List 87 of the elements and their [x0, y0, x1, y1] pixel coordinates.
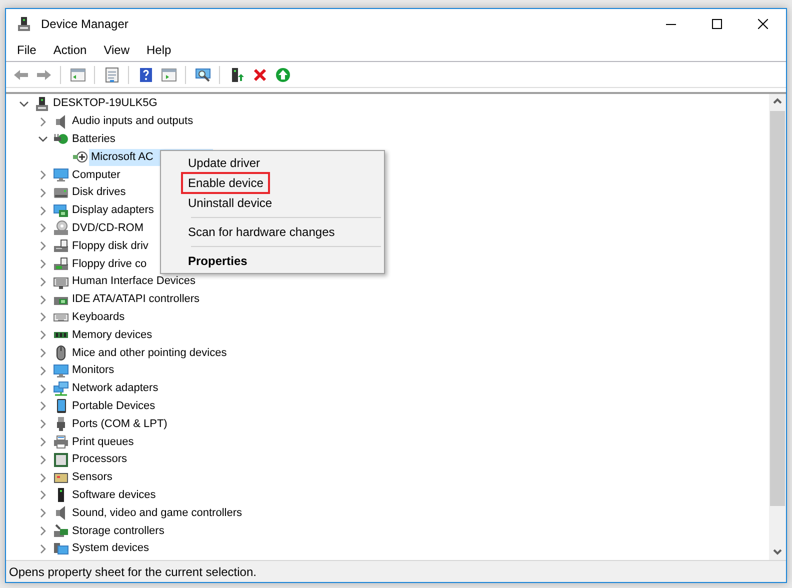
- menu-item[interactable]: Help: [144, 41, 174, 59]
- disc-drive-icon: [53, 220, 69, 236]
- tree-item[interactable]: Disk drives: [70, 184, 128, 202]
- expand-chevron-icon[interactable]: [38, 526, 48, 536]
- tree-item[interactable]: Floppy disk driv: [70, 238, 150, 255]
- expand-chevron-icon[interactable]: [38, 312, 48, 322]
- expand-chevron-icon[interactable]: [38, 170, 48, 180]
- tree-item[interactable]: Human Interface Devices: [70, 273, 198, 290]
- adapter-icon: [72, 149, 88, 166]
- panel-right-icon: [160, 66, 176, 82]
- tree-item[interactable]: Memory devices: [70, 326, 154, 344]
- tree-item[interactable]: Sound, video and game controllers: [70, 504, 244, 522]
- menu-item[interactable]: Action: [51, 41, 89, 59]
- expand-chevron-icon[interactable]: [38, 437, 48, 448]
- panel-icon: [70, 66, 86, 82]
- tree-item[interactable]: DVD/CD-ROM: [70, 220, 146, 237]
- tree-item[interactable]: Keyboards: [70, 308, 127, 326]
- scroll-down-icon[interactable]: [773, 549, 782, 555]
- printer-icon: [53, 434, 69, 450]
- expand-chevron-icon[interactable]: [38, 241, 48, 252]
- delete-icon: [252, 66, 268, 82]
- tree-item[interactable]: Monitors: [70, 362, 116, 380]
- tree-item[interactable]: Mice and other pointing devices: [70, 344, 229, 362]
- tree-item[interactable]: IDE ATA/ATAPI controllers: [70, 291, 202, 308]
- menu-item[interactable]: View: [102, 41, 132, 59]
- expand-chevron-icon[interactable]: [38, 508, 48, 518]
- tree-item[interactable]: Floppy drive co: [70, 256, 149, 273]
- expand-chevron-icon[interactable]: [38, 116, 48, 127]
- tree-item[interactable]: Computer: [70, 166, 122, 184]
- context-menu-item[interactable]: Uninstall device: [161, 193, 384, 213]
- floppy-drive-icon: [53, 238, 69, 254]
- expand-chevron-icon[interactable]: [38, 472, 48, 483]
- storage-icon: [53, 523, 69, 540]
- display-card-icon: [53, 202, 69, 219]
- context-menu-item[interactable]: Properties: [161, 251, 384, 271]
- monitor-icon: [53, 167, 69, 184]
- processor-icon: [53, 452, 69, 468]
- expand-chevron-icon[interactable]: [38, 401, 48, 412]
- expand-chevron-icon[interactable]: [38, 454, 48, 465]
- floppy-drive-icon: [53, 256, 69, 272]
- collapse-chevron-icon[interactable]: [19, 98, 29, 109]
- tree-item[interactable]: Software devices: [70, 486, 158, 504]
- expand-chevron-icon[interactable]: [38, 384, 48, 394]
- scrollbar-thumb[interactable]: [770, 111, 785, 506]
- expand-chevron-icon[interactable]: [38, 544, 48, 554]
- expand-chevron-icon[interactable]: [38, 259, 48, 270]
- tree-item[interactable]: Network adapters: [70, 380, 160, 398]
- expand-chevron-icon[interactable]: [38, 223, 48, 234]
- status-text: Opens property sheet for the current selection.: [9, 564, 256, 580]
- expand-chevron-icon[interactable]: [38, 366, 48, 376]
- expand-chevron-icon[interactable]: [38, 276, 48, 287]
- window-title: Device Manager: [41, 16, 128, 33]
- expand-chevron-icon[interactable]: [38, 419, 48, 430]
- up-arrow-circle-icon: [274, 66, 290, 82]
- tree-item[interactable]: Display adapters: [70, 202, 156, 220]
- scroll-up-icon[interactable]: [773, 98, 782, 104]
- computer-icon: [34, 96, 50, 112]
- tree-item[interactable]: Ports (COM & LPT): [70, 416, 170, 433]
- tree-item[interactable]: DESKTOP-19ULK5G: [51, 95, 160, 112]
- network-icon: [53, 380, 69, 397]
- expand-chevron-icon[interactable]: [38, 188, 48, 198]
- tree-item[interactable]: System devices: [70, 540, 152, 558]
- tree-item[interactable]: Storage controllers: [70, 522, 166, 540]
- properties-icon: [104, 66, 120, 82]
- device-icon: [16, 16, 32, 32]
- monitor-icon: [53, 362, 69, 379]
- tree-item[interactable]: Portable Devices: [70, 398, 158, 415]
- tree-item[interactable]: Sensors: [70, 469, 114, 486]
- close-icon: [758, 19, 768, 29]
- expand-chevron-icon[interactable]: [38, 330, 48, 340]
- menu-item[interactable]: File: [15, 41, 38, 59]
- maximize-icon: [712, 19, 722, 29]
- monitor-magnifier-icon: [194, 66, 210, 82]
- collapse-chevron-icon[interactable]: [38, 134, 48, 144]
- tree-item[interactable]: Audio inputs and outputs: [70, 113, 196, 130]
- context-menu-item[interactable]: Enable device: [161, 173, 384, 193]
- tree-item[interactable]: Batteries: [70, 130, 118, 148]
- system-icon: [53, 540, 69, 557]
- expand-chevron-icon[interactable]: [38, 348, 48, 358]
- expand-chevron-icon[interactable]: [38, 206, 48, 216]
- tree-item[interactable]: Print queues: [70, 434, 136, 451]
- scrollbar[interactable]: [769, 94, 786, 560]
- tree-item[interactable]: Processors: [70, 451, 130, 468]
- context-menu-item[interactable]: Scan for hardware changes: [161, 222, 384, 242]
- expand-chevron-icon[interactable]: [38, 294, 48, 305]
- help-icon: [138, 66, 154, 82]
- expand-chevron-icon[interactable]: [38, 490, 48, 500]
